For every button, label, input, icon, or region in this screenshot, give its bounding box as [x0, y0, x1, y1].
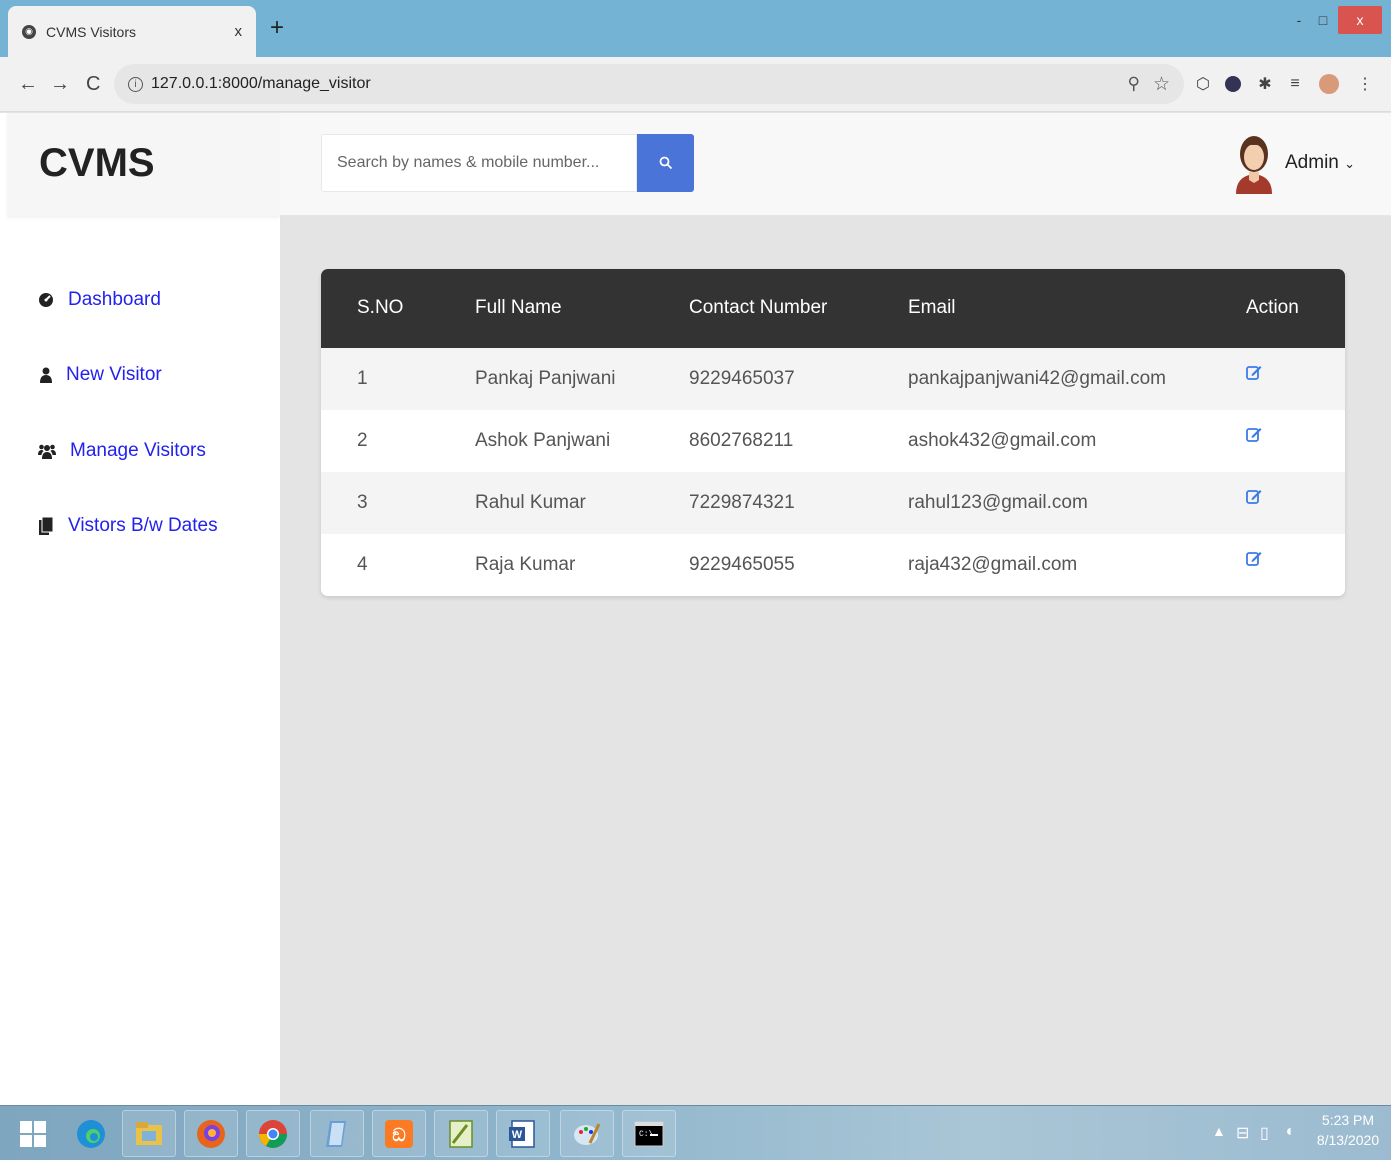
sidebar-item-label: Manage Visitors	[70, 440, 206, 461]
cell-email: ashok432@gmail.com	[908, 430, 1097, 451]
puzzle-extensions-icon[interactable]: ✱	[1254, 73, 1276, 95]
new-tab-button[interactable]: +	[270, 14, 284, 42]
edit-icon[interactable]	[1246, 488, 1262, 504]
network-icon[interactable]: ⊟	[1236, 1123, 1249, 1143]
maximize-button[interactable]: □	[1312, 6, 1334, 34]
shield-extension-icon[interactable]: ⬡	[1192, 73, 1214, 95]
windows-start-icon[interactable]	[6, 1110, 60, 1157]
edge-browser-icon[interactable]	[64, 1110, 118, 1157]
table-header: S.NO Full Name Contact Number Email Acti…	[321, 269, 1345, 348]
kebab-menu-icon[interactable]: ⋮	[1354, 73, 1376, 95]
word-icon[interactable]: W	[496, 1110, 550, 1157]
cell-name: Ashok Panjwani	[475, 430, 611, 451]
cell-sno: 2	[357, 430, 368, 451]
edit-icon[interactable]	[1246, 426, 1262, 442]
search-icon	[659, 156, 672, 170]
edit-icon[interactable]	[1246, 364, 1262, 380]
table-row: 2 Ashok Panjwani 8602768211 ashok432@gma…	[321, 410, 1345, 472]
info-icon[interactable]: i	[128, 76, 143, 92]
url-text[interactable]: 127.0.0.1:8000/manage_visitor	[151, 75, 371, 93]
cell-contact: 8602768211	[689, 430, 794, 451]
tab-title: CVMS Visitors	[46, 23, 136, 40]
search-button[interactable]	[637, 134, 694, 192]
header-email: Email	[908, 297, 956, 318]
svg-text:ඞ: ඞ	[392, 1125, 405, 1145]
user-avatar[interactable]	[1233, 132, 1275, 194]
header-contact-number: Contact Number	[689, 297, 828, 318]
cell-name: Pankaj Panjwani	[475, 368, 616, 389]
users-icon	[38, 442, 56, 460]
sidebar-item-manage-visitors[interactable]: Manage Visitors	[38, 440, 206, 462]
user-icon	[38, 366, 54, 384]
notepad-plus-plus-icon[interactable]	[434, 1110, 488, 1157]
zoom-icon[interactable]: ⚲	[1128, 74, 1140, 94]
address-bar[interactable]: i 127.0.0.1:8000/manage_visitor ⚲ ☆	[114, 64, 1184, 104]
table-row: 3 Rahul Kumar 7229874321 rahul123@gmail.…	[321, 472, 1345, 534]
paint-icon[interactable]	[560, 1110, 614, 1157]
command-prompt-icon[interactable]: C:\	[622, 1110, 676, 1157]
notepad-icon[interactable]	[310, 1110, 364, 1157]
sidebar-item-new-visitor[interactable]: New Visitor	[38, 364, 162, 386]
browser-tab-strip: ◉ CVMS Visitors x + - □ x	[0, 0, 1391, 57]
sidebar-item-label: New Visitor	[66, 364, 162, 385]
cell-email: raja432@gmail.com	[908, 554, 1078, 575]
sidebar-item-label: Vistors B/w Dates	[68, 515, 218, 536]
cell-sno: 1	[357, 368, 368, 389]
window-close-button[interactable]: x	[1338, 6, 1382, 34]
search-input[interactable]	[321, 134, 637, 192]
sidebar-item-visitors-between-dates[interactable]: Vistors B/w Dates	[38, 515, 218, 537]
header-full-name: Full Name	[475, 297, 562, 318]
tab-close-button[interactable]: x	[235, 23, 243, 40]
cell-contact: 7229874321	[689, 492, 795, 513]
brand-logo[interactable]: CVMS	[7, 113, 280, 216]
table-row: 1 Pankaj Panjwani 9229465037 pankajpanjw…	[321, 348, 1345, 410]
extension-round-icon[interactable]	[1222, 73, 1244, 95]
back-arrow-icon[interactable]: ←	[18, 72, 38, 96]
visitors-table: S.NO Full Name Contact Number Email Acti…	[321, 269, 1345, 596]
header-sno: S.NO	[357, 297, 404, 318]
forward-arrow-icon[interactable]: →	[50, 72, 70, 96]
minimize-button[interactable]: -	[1288, 6, 1310, 34]
clock-time: 5:23 PM	[1321, 1112, 1375, 1128]
brand-text: CVMS	[39, 141, 155, 185]
globe-icon: ◉	[22, 24, 36, 39]
taskbar-clock[interactable]: 5:23 PM 8/13/2020	[1312, 1110, 1384, 1150]
firefox-icon[interactable]	[184, 1110, 238, 1157]
table-row: 4 Raja Kumar 9229465055 raja432@gmail.co…	[321, 534, 1345, 596]
address-bar-row: ← → C i 127.0.0.1:8000/manage_visitor ⚲ …	[0, 57, 1391, 112]
cell-sno: 3	[357, 492, 368, 513]
tachometer-icon	[38, 291, 54, 309]
browser-tab[interactable]: ◉ CVMS Visitors x	[8, 6, 256, 57]
bookmark-star-icon[interactable]: ☆	[1153, 73, 1170, 96]
file-explorer-icon[interactable]	[122, 1110, 176, 1157]
cell-email: rahul123@gmail.com	[908, 492, 1088, 513]
sidebar-item-dashboard[interactable]: Dashboard	[38, 289, 161, 311]
sidebar-item-label: Dashboard	[68, 289, 161, 310]
cell-contact: 9229465037	[689, 368, 795, 389]
volume-icon[interactable]: ◖	[1284, 1123, 1294, 1141]
cell-contact: 9229465055	[689, 554, 795, 575]
chevron-down-icon: ⌄	[1344, 156, 1356, 171]
files-icon	[38, 517, 54, 535]
sidebar	[0, 113, 280, 1105]
svg-text:W: W	[512, 1129, 523, 1141]
cell-email: pankajpanjwani42@gmail.com	[908, 368, 1166, 389]
cell-name: Raja Kumar	[475, 554, 576, 575]
cell-sno: 4	[357, 554, 368, 575]
clock-date: 8/13/2020	[1316, 1132, 1380, 1148]
reload-icon[interactable]: C	[86, 72, 100, 96]
reading-list-icon[interactable]: ≡	[1284, 73, 1306, 95]
profile-avatar-icon[interactable]	[1318, 73, 1340, 95]
header-action: Action	[1246, 297, 1299, 318]
user-name: Admin	[1285, 152, 1339, 173]
edit-icon[interactable]	[1246, 550, 1262, 566]
user-menu-toggle[interactable]: Admin ⌄	[1285, 152, 1355, 174]
show-hidden-icons-icon[interactable]: ▲	[1212, 1123, 1226, 1139]
xampp-icon[interactable]: ඞ	[372, 1110, 426, 1157]
battery-icon[interactable]: ▯	[1260, 1123, 1269, 1143]
chrome-icon[interactable]	[246, 1110, 300, 1157]
cell-name: Rahul Kumar	[475, 492, 586, 513]
taskbar: ඞ W C:\ ▲ ⊟ ▯ ◖	[0, 1105, 1391, 1160]
